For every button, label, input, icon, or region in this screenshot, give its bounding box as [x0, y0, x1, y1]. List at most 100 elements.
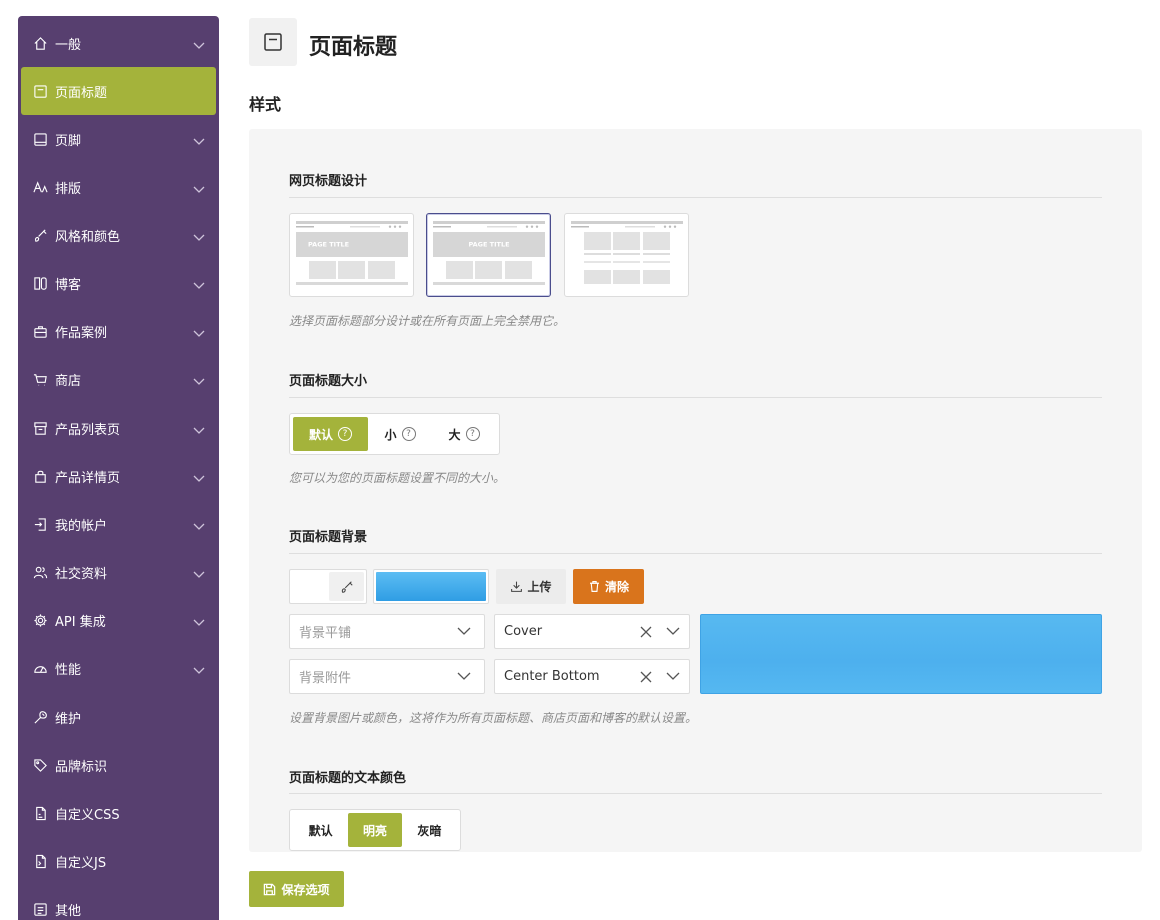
sidebar-item-other[interactable]: 其他	[18, 885, 219, 920]
sidebar-item-label: 排版	[55, 181, 82, 197]
text-color-option-light[interactable]: 明亮	[348, 813, 402, 847]
sidebar-item-custom-js[interactable]: 自定义JS	[18, 837, 219, 885]
sidebar-item-footer[interactable]: 页脚	[18, 115, 219, 163]
js-file-icon	[32, 853, 48, 869]
text-color-option-default[interactable]: 默认	[293, 813, 348, 847]
portfolio-icon	[32, 323, 48, 339]
background-attachment-select[interactable]: 背景附件	[289, 659, 485, 694]
chevron-down-icon	[193, 568, 205, 578]
chevron-down-icon	[193, 520, 205, 530]
misc-icon	[32, 901, 48, 917]
text-color-selector: 默认 明亮 灰暗	[289, 809, 461, 851]
save-button[interactable]: 保存选项	[249, 871, 344, 907]
color-picker[interactable]	[289, 569, 367, 604]
page-title-icon	[249, 18, 297, 66]
help-icon[interactable]: ?	[401, 427, 416, 441]
brush-icon	[341, 580, 353, 593]
sidebar-item-typography[interactable]: 排版	[18, 163, 219, 211]
sidebar-item-product-single[interactable]: 产品详情页	[18, 452, 219, 500]
chevron-down-icon	[193, 39, 205, 49]
chevron-down-icon	[457, 672, 471, 680]
help-icon[interactable]: ?	[338, 427, 352, 441]
sidebar-item-custom-css[interactable]: 自定义CSS	[18, 789, 219, 837]
size-option-default[interactable]: 默认?	[293, 417, 368, 451]
sidebar-item-my-account[interactable]: 我的帐户	[18, 500, 219, 548]
size-option-large[interactable]: 大?	[432, 417, 496, 451]
sidebar-item-label: 品牌标识	[55, 759, 108, 775]
home-icon	[32, 35, 48, 51]
close-icon[interactable]	[640, 626, 652, 638]
layout-option-disabled[interactable]	[564, 213, 689, 297]
eyedropper-button[interactable]	[329, 572, 364, 601]
sidebar-item-product-archive[interactable]: 产品列表页	[18, 404, 219, 452]
css-file-icon	[32, 805, 48, 821]
size-selector: 默认? 小? 大?	[289, 413, 500, 455]
background-repeat-select[interactable]: 背景平铺	[289, 614, 485, 649]
chevron-down-icon	[457, 627, 471, 635]
chevron-down-icon	[193, 135, 205, 145]
chevron-down-icon	[193, 616, 205, 626]
size-option-small[interactable]: 小?	[368, 417, 432, 451]
archive-icon	[32, 420, 48, 436]
sidebar-item-branding[interactable]: 品牌标识	[18, 741, 219, 789]
chevron-down-icon	[193, 231, 205, 241]
background-size-select[interactable]: Cover	[494, 614, 690, 649]
sidebar-item-styling[interactable]: 风格和颜色	[18, 211, 219, 259]
sidebar-item-performance[interactable]: 性能	[18, 644, 219, 692]
cart-icon	[32, 371, 48, 387]
sidebar-item-blog[interactable]: 博客	[18, 259, 219, 307]
blog-icon	[32, 275, 48, 291]
sidebar-item-label: 一般	[55, 37, 82, 53]
chevron-down-icon	[193, 375, 205, 385]
clear-button[interactable]: 清除	[573, 569, 644, 604]
sidebar-item-label: API 集成	[55, 614, 106, 630]
wrench-icon	[32, 709, 48, 725]
brush-icon	[32, 227, 48, 243]
section-heading: 样式	[249, 95, 282, 114]
layout-option-default[interactable]: PAGE TITLE	[289, 213, 414, 297]
typography-icon	[32, 179, 48, 195]
help-icon[interactable]: ?	[465, 427, 480, 441]
layout-option-centered[interactable]: PAGE TITLE	[426, 213, 551, 297]
sidebar-item-api[interactable]: API 集成	[18, 596, 219, 644]
page-title-icon	[32, 83, 48, 99]
sidebar-item-label: 商店	[55, 373, 82, 389]
background-description: 设置背景图片或颜色，这将作为所有页面标题、商店页面和博客的默认设置。	[289, 711, 698, 725]
sidebar-item-social[interactable]: 社交资料	[18, 548, 219, 596]
sidebar-item-label: 产品详情页	[55, 470, 121, 486]
background-preview	[700, 614, 1102, 694]
download-icon	[511, 581, 523, 592]
gauge-icon	[32, 660, 48, 676]
size-description: 您可以为您的页面标题设置不同的大小。	[289, 471, 506, 485]
sidebar-item-label: 产品列表页	[55, 422, 121, 438]
upload-button[interactable]: 上传	[496, 569, 566, 604]
sidebar-item-label: 页脚	[55, 133, 82, 149]
sidebar-item-label: 性能	[55, 662, 82, 678]
chevron-down-icon	[666, 672, 680, 680]
divider	[289, 197, 1102, 198]
bag-icon	[32, 468, 48, 484]
thumbnail-preview	[376, 572, 486, 601]
sidebar-item-maintenance[interactable]: 维护	[18, 693, 219, 741]
sidebar-item-label: 维护	[55, 711, 82, 727]
chevron-down-icon	[666, 627, 680, 635]
sidebar-item-label: 作品案例	[55, 325, 108, 341]
text-color-heading: 页面标题的文本颜色	[289, 771, 407, 786]
sidebar-item-label: 风格和颜色	[55, 229, 121, 245]
sidebar-item-portfolio[interactable]: 作品案例	[18, 307, 219, 355]
image-thumbnail[interactable]	[373, 569, 489, 604]
design-description: 选择页面标题部分设计或在所有页面上完全禁用它。	[289, 314, 566, 328]
sidebar-item-shop[interactable]: 商店	[18, 355, 219, 403]
sidebar-item-page-title[interactable]: 页面标题	[21, 67, 216, 115]
layout-thumbnail: PAGE TITLE	[296, 221, 408, 285]
text-color-option-dark[interactable]: 灰暗	[402, 813, 457, 847]
design-heading: 网页标题设计	[289, 174, 368, 189]
sidebar-item-general[interactable]: 一般	[18, 19, 219, 67]
close-icon[interactable]	[640, 671, 652, 683]
tag-icon	[32, 757, 48, 773]
background-position-select[interactable]: Center Bottom	[494, 659, 690, 694]
layout-thumbnail: PAGE TITLE	[433, 221, 545, 285]
sidebar-item-label: 博客	[55, 277, 82, 293]
sidebar-item-label: 自定义CSS	[55, 807, 120, 823]
sidebar-item-label: 页面标题	[55, 85, 108, 101]
